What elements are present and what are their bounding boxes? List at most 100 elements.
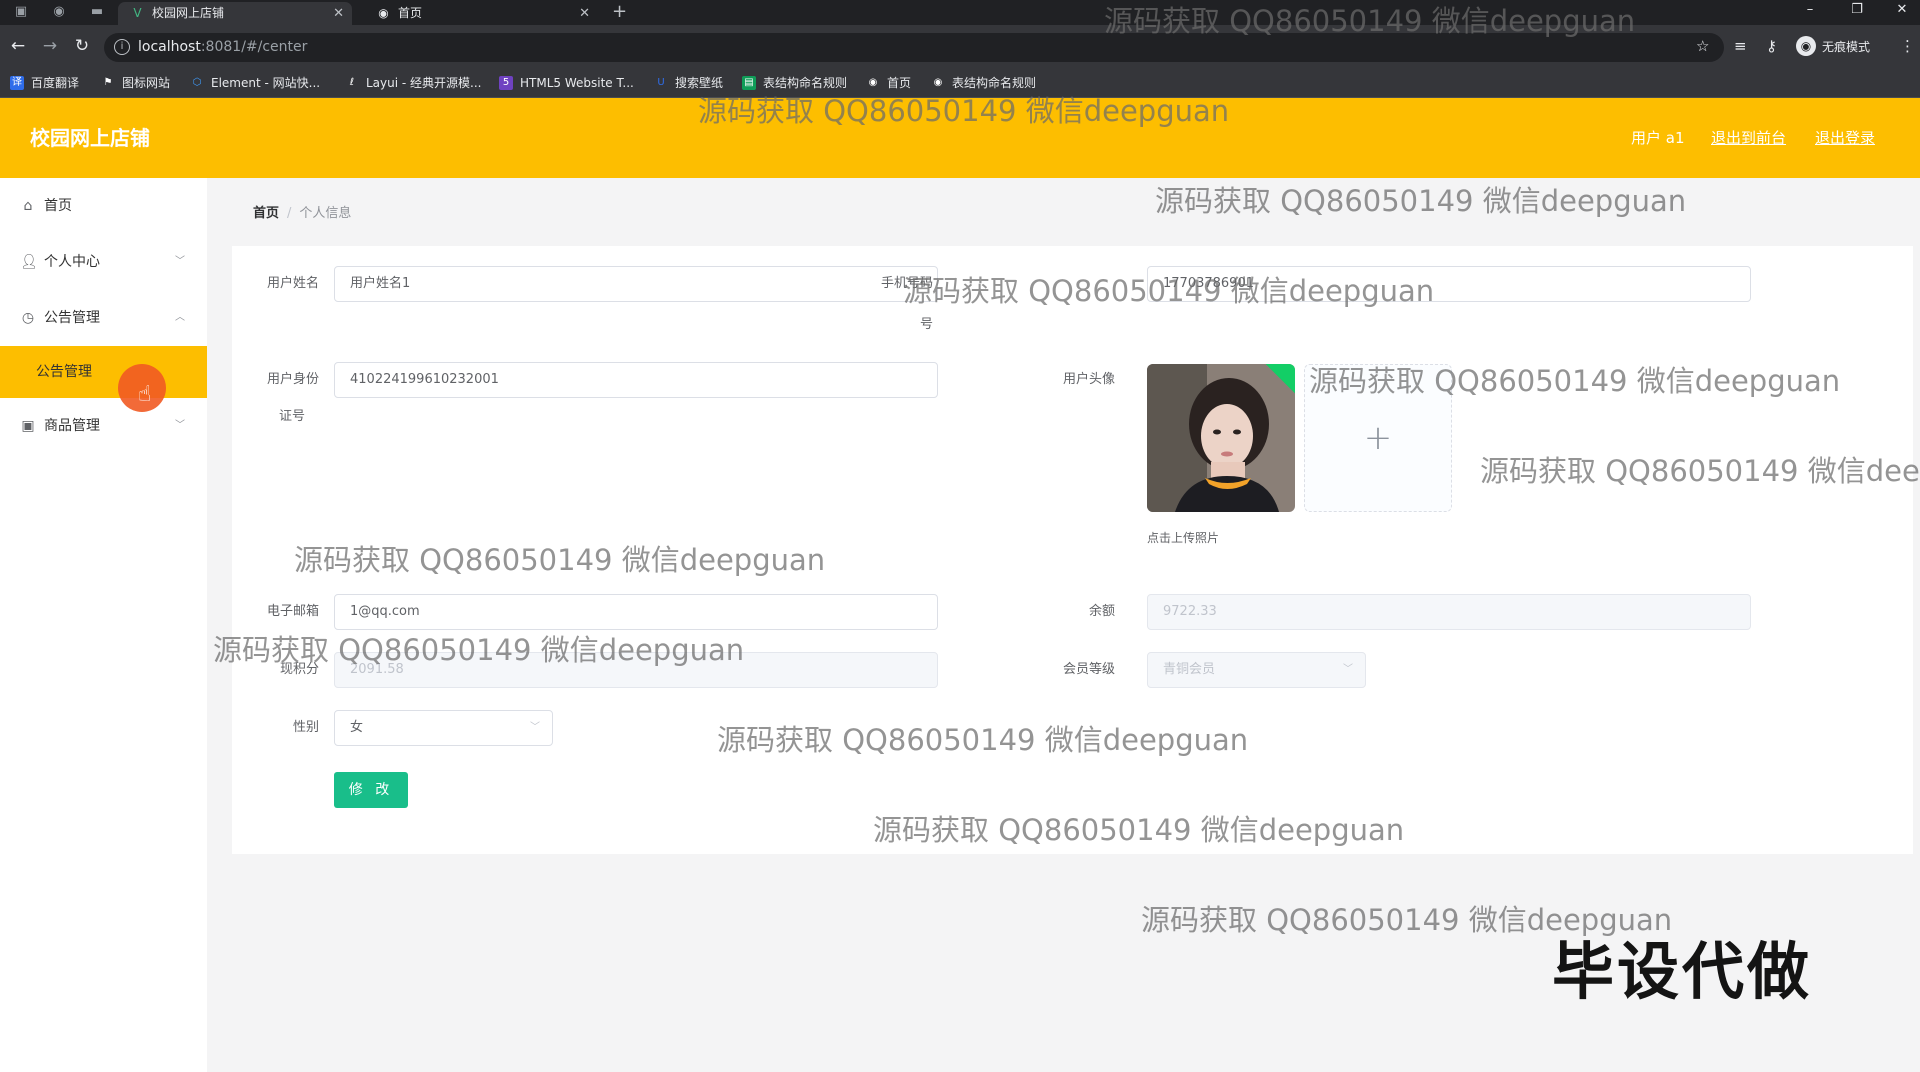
bookmark-item[interactable]: 5 HTML5 Website T... [499,68,634,98]
back-arrow-icon[interactable]: ← [7,35,29,57]
bookmark-item[interactable]: ⬡ Element - 网站快... [190,68,320,98]
bookmark-item[interactable]: ℓ Layui - 经典开源模... [345,68,482,98]
notice-icon: ◷ [21,310,35,326]
chevron-down-icon: ﹀ [175,420,185,431]
incognito-label: 无痕模式 [1822,39,1871,54]
username-input[interactable]: 用户姓名1 [334,266,938,302]
breadcrumb-separator: / [287,206,292,221]
level-label: 会员等级 [1062,662,1115,677]
sidebar-item-label: 商品管理 [44,418,100,434]
window-close-icon[interactable]: ✕ [1880,0,1920,25]
sidebar-item-label: 个人中心 [44,254,100,270]
sidebar-item-goods-management[interactable]: ▣ 商品管理 ﹀ [0,398,207,454]
member-level-value: 青铜会员 [1163,662,1216,677]
watermark-text: 源码获取 QQ86050149 微信deepguan [213,633,745,667]
sidebar-subitem-notice-management[interactable]: 公告管理 [0,346,207,398]
avatar-label: 用户头像 [1062,372,1115,387]
globe-icon: ◉ [868,77,878,88]
incognito-indicator[interactable]: ◉ 无痕模式 [1796,35,1870,57]
logout-link[interactable]: 退出登录 [1815,98,1875,178]
watermark-text: 源码获取 QQ86050149 微信dee [1480,454,1920,488]
reading-list-icon[interactable]: ≡ [1734,37,1747,55]
watermark-text: 源码获取 QQ86050149 微信deepguan [1104,4,1636,38]
sidebar-item-personal-center[interactable]: 👤︎ 个人中心 ﹀ [0,234,207,290]
sidebar-item-label: 公告管理 [36,364,92,380]
sidebar: ⌂ 首页 👤︎ 个人中心 ﹀ ◷ 公告管理 ︿ 公告管理 ▣ 商品管理 ﹀ [0,178,207,1072]
member-level-select: 青铜会员 ﹀ [1147,652,1366,688]
email-input[interactable]: 1@qq.com [334,594,938,630]
sidebar-item-home[interactable]: ⌂ 首页 [0,178,207,234]
gender-value: 女 [350,720,364,735]
watermark-text: 源码获取 QQ86050149 微信deepguan [1155,184,1687,218]
chevron-down-icon: ﹀ [530,722,540,733]
new-tab-button[interactable]: + [612,1,627,23]
phone-label-wrap: 号 [919,317,933,332]
sidebar-item-label: 首页 [44,198,72,214]
gender-label: 性别 [292,720,319,735]
globe-icon: ◉ [378,6,389,20]
current-user: 用户 a1 [1631,129,1685,147]
reload-icon[interactable]: ↻ [71,35,93,57]
bookmark-item[interactable]: 译百度翻译 [10,68,79,98]
gender-select[interactable]: 女 ﹀ [334,710,553,746]
tab-search-icon[interactable]: ▣ [12,3,30,21]
username-label: 用户姓名 [266,276,319,291]
breadcrumb-current: 个人信息 [299,206,352,221]
idcard-input[interactable]: 410224199610232001 [334,362,938,398]
idcard-label: 用户身份 [266,372,319,387]
chevron-up-icon: ︿ [175,312,185,323]
incognito-icon: ◉ [1796,36,1816,56]
sidebar-item-label: 公告管理 [44,310,100,326]
home-icon: ⌂ [23,198,33,214]
close-icon[interactable]: ✕ [333,2,344,25]
watermark-text: 源码获取 QQ86050149 微信deepguan [698,94,1230,128]
balance-input: 9722.33 [1147,594,1751,630]
avatar-thumbnail[interactable] [1147,364,1295,512]
breadcrumb: 首页 / 个人信息 [253,204,351,224]
tab-title: 首页 [398,6,423,20]
user-icon: 👤︎ [20,254,38,270]
watermark-text: 源码获取 QQ86050149 微信deepguan [1309,364,1841,398]
chevron-down-icon: ﹀ [175,256,185,267]
hand-cursor-icon: ☝ [138,382,152,407]
minimize-icon[interactable]: – [1788,0,1832,25]
vue-icon: V [133,6,142,20]
globe-icon: ◉ [933,77,943,88]
bookmark-star-icon[interactable]: ☆ [1696,37,1709,55]
balance-label: 余额 [1088,604,1115,619]
html5-icon: 5 [499,76,513,90]
tab-campus-store[interactable]: V 校园网上店铺 ✕ [118,2,352,25]
layui-icon: ℓ [349,77,355,88]
chevron-down-icon: ﹀ [1343,664,1353,675]
app-title: 校园网上店铺 [30,126,150,150]
watermark-text: 源码获取 QQ86050149 微信deepguan [717,723,1249,757]
promo-watermark: 毕设代做 [1552,935,1813,1008]
tab-home[interactable]: ◉ 首页 ✕ [364,2,598,25]
window-icon[interactable]: ▬ [88,3,106,21]
wallpaper-icon: U [657,77,665,88]
more-menu-icon[interactable]: ⋮ [1900,37,1915,55]
key-icon[interactable]: ⚷ [1766,37,1777,55]
url-text[interactable]: localhost:8081/#/center [138,33,307,62]
back-to-front-link[interactable]: 退出到前台 [1711,98,1786,178]
breadcrumb-home[interactable]: 首页 [253,206,279,221]
watermark-text: 源码获取 QQ86050149 微信deepguan [1141,903,1673,937]
close-icon[interactable]: ✕ [579,2,590,25]
idcard-label-wrap: 证号 [278,409,305,424]
avatar-photo [1147,364,1295,512]
watermark-text: 源码获取 QQ86050149 微信deepguan [294,543,826,577]
goods-icon: ▣ [21,418,35,434]
flag-icon: ⚑ [103,77,113,88]
globe-icon[interactable]: ◉ [50,3,68,21]
watermark-text: 源码获取 QQ86050149 微信deepguan [873,813,1405,847]
bookmark-item[interactable]: ⚑ 图标网站 [101,68,171,98]
sheet-icon: ▤ [742,76,756,90]
watermark-text: 源码获取 QQ86050149 微信deepguan [903,274,1435,308]
forward-arrow-icon[interactable]: → [39,35,61,57]
restore-icon[interactable]: ❐ [1835,0,1879,25]
submit-button[interactable]: 修 改 [334,772,408,808]
info-icon[interactable]: i [114,39,130,55]
tab-title: 校园网上店铺 [152,6,225,20]
element-icon: ⬡ [192,77,202,88]
sidebar-item-notice-management[interactable]: ◷ 公告管理 ︿ [0,290,207,346]
